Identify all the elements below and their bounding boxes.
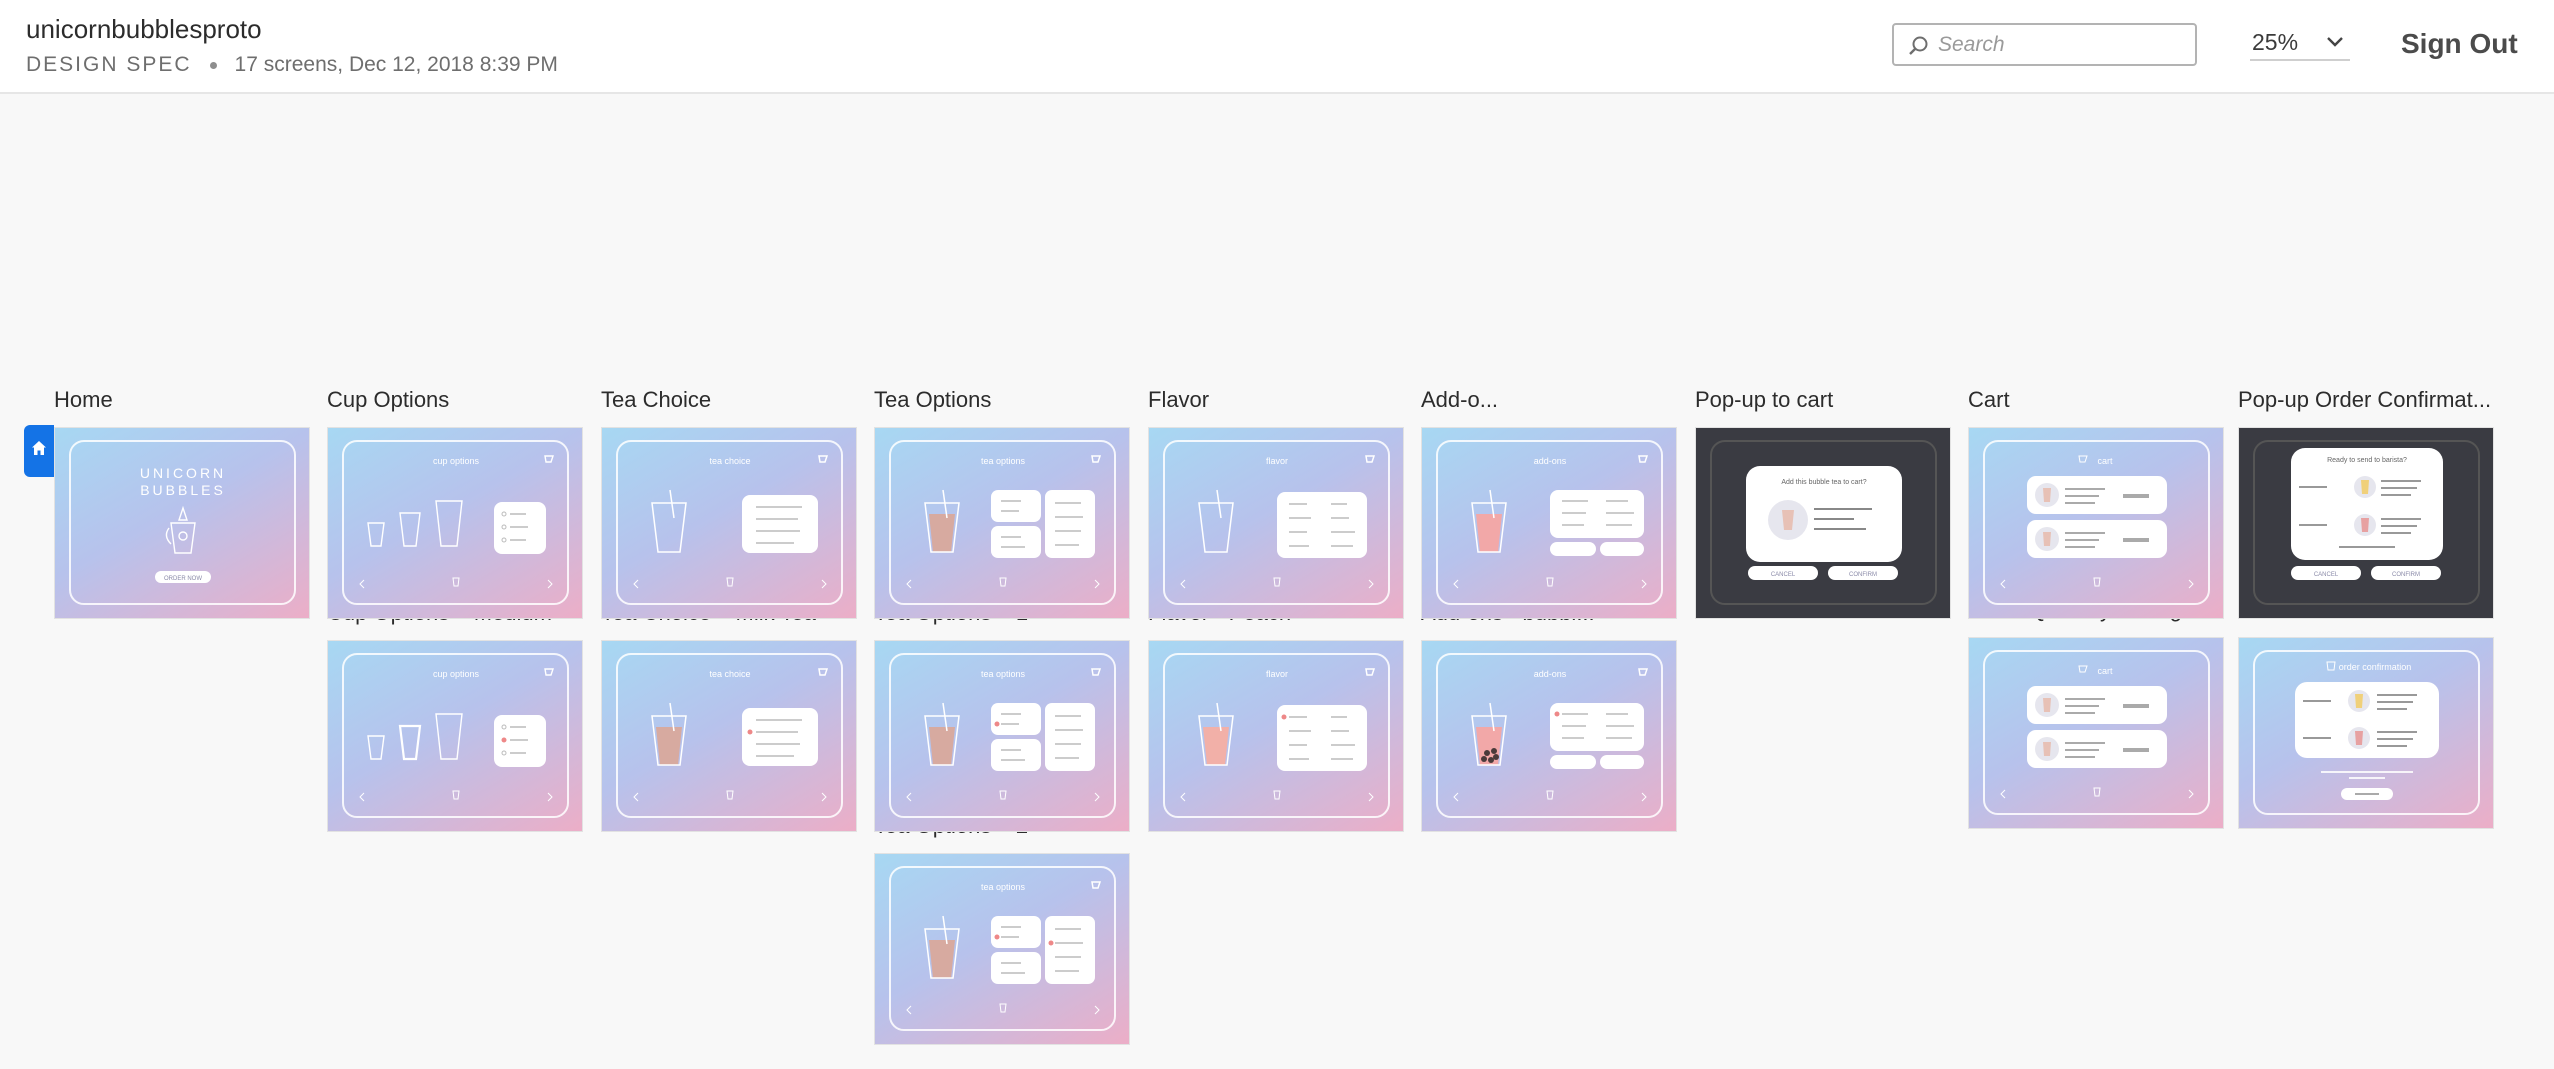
popup-title: Ready to send to barista? [2327, 457, 2407, 464]
home-icon [32, 441, 46, 455]
screen-heading: add-ons [1534, 456, 1567, 466]
popup-cancel-label: CANCEL [2314, 572, 2339, 578]
screen-thumbnail-flavor[interactable]: flavor [1148, 427, 1404, 619]
screen-heading: flavor [1266, 669, 1288, 679]
screen-thumbnail-cup-options-medium[interactable]: cup options [327, 640, 583, 832]
screen-thumbnail-tea-choice-milk-tea[interactable]: tea choice [601, 640, 857, 832]
screen-thumbnail-add-ons[interactable]: add-ons [1421, 427, 1677, 619]
zoom-value: 25% [2252, 29, 2299, 55]
screen-thumbnail-cart[interactable]: cart [1968, 427, 2224, 619]
screen-heading: add-ons [1534, 669, 1567, 679]
screen-label: Add-o... [1421, 387, 1499, 412]
unicorn-cup-icon [165, 505, 196, 554]
screen-heading: flavor [1266, 456, 1288, 466]
screen-thumbnail-tea-options-2[interactable]: tea options [874, 853, 1130, 1045]
home-screen-art: UNICORN BUBBLES ORDER NOW [69, 440, 296, 605]
search-input[interactable] [1938, 31, 2188, 59]
screen-heading: tea options [981, 882, 1026, 892]
screen-thumbnail-popup-order-confirmation[interactable]: Ready to send to barista? CANCEL CONFIRM [2238, 427, 2494, 619]
search-box[interactable] [1892, 23, 2197, 66]
chevron-down-icon [2327, 37, 2343, 47]
screen-heading: tea options [981, 669, 1026, 679]
screen-thumbnail-home[interactable]: UNICORN BUBBLES ORDER NOW [54, 427, 310, 619]
screen-thumbnail-cart-quantity-change[interactable]: cart [1968, 637, 2224, 829]
screen-heading: cart [2097, 666, 2113, 676]
project-title: unicornbubblesproto [26, 14, 262, 44]
screen-label: Tea Choice [601, 387, 712, 412]
screen-heading: order confirmation [2339, 662, 2412, 672]
screen-thumbnail-popup-to-cart[interactable]: Add this bubble tea to cart? CANCEL CONF… [1695, 427, 1951, 619]
screen-heading: cart [2097, 456, 2113, 466]
screen-label: Cup Options [327, 387, 450, 412]
screen-heading: cup options [433, 669, 480, 679]
screen-heading: tea choice [709, 669, 750, 679]
doc-type: DESIGN SPEC [26, 53, 192, 76]
screen-heading: cup options [433, 456, 480, 466]
popup-title: Add this bubble tea to cart? [1781, 479, 1866, 486]
project-subtitle: DESIGN SPEC 17 screens, Dec 12, 2018 8:3… [26, 53, 558, 77]
screen-label: Home [54, 387, 113, 412]
home-marker[interactable] [24, 425, 54, 477]
screen-label: Flavor [1148, 387, 1210, 412]
order-now-label: ORDER NOW [164, 576, 202, 582]
screen-thumbnail-flavor-peach[interactable]: flavor [1148, 640, 1404, 832]
screen-thumbnail-add-ons-bubbles[interactable]: add-ons [1421, 640, 1677, 832]
screen-thumbnail-tea-choice[interactable]: tea choice [601, 427, 857, 619]
screen-label: Pop-up to cart [1695, 387, 1834, 412]
popup-confirm-label: CONFIRM [2392, 572, 2420, 578]
screen-label: Tea Options [874, 387, 992, 412]
screen-thumbnail-tea-options[interactable]: tea options [874, 427, 1130, 619]
screen-thumbnail-tea-options-1[interactable]: tea options [874, 640, 1130, 832]
popup-cancel-label: CANCEL [1771, 572, 1796, 578]
popup-confirm-label: CONFIRM [1849, 572, 1877, 578]
screen-label: Pop-up Order Confirmat... [2238, 387, 2492, 412]
project-meta: 17 screens, Dec 12, 2018 8:39 PM [234, 53, 558, 76]
screen-thumbnail-cup-options[interactable]: cup options [327, 427, 583, 619]
sign-out-button[interactable]: Sign Out [2401, 28, 2518, 60]
screen-heading: tea options [981, 456, 1026, 466]
top-bar: unicornbubblesproto DESIGN SPEC 17 scree… [0, 0, 2554, 94]
screen-thumbnail-order-confirmation[interactable]: order confirmation [2238, 637, 2494, 829]
home-title-2: BUBBLES [140, 482, 226, 498]
screen-heading: tea choice [709, 456, 750, 466]
zoom-dropdown[interactable]: 25% [2250, 27, 2350, 61]
separator-dot [209, 61, 217, 69]
search-icon [1909, 36, 1928, 55]
home-title-1: UNICORN [140, 465, 226, 481]
screen-label: Cart [1968, 387, 2010, 412]
